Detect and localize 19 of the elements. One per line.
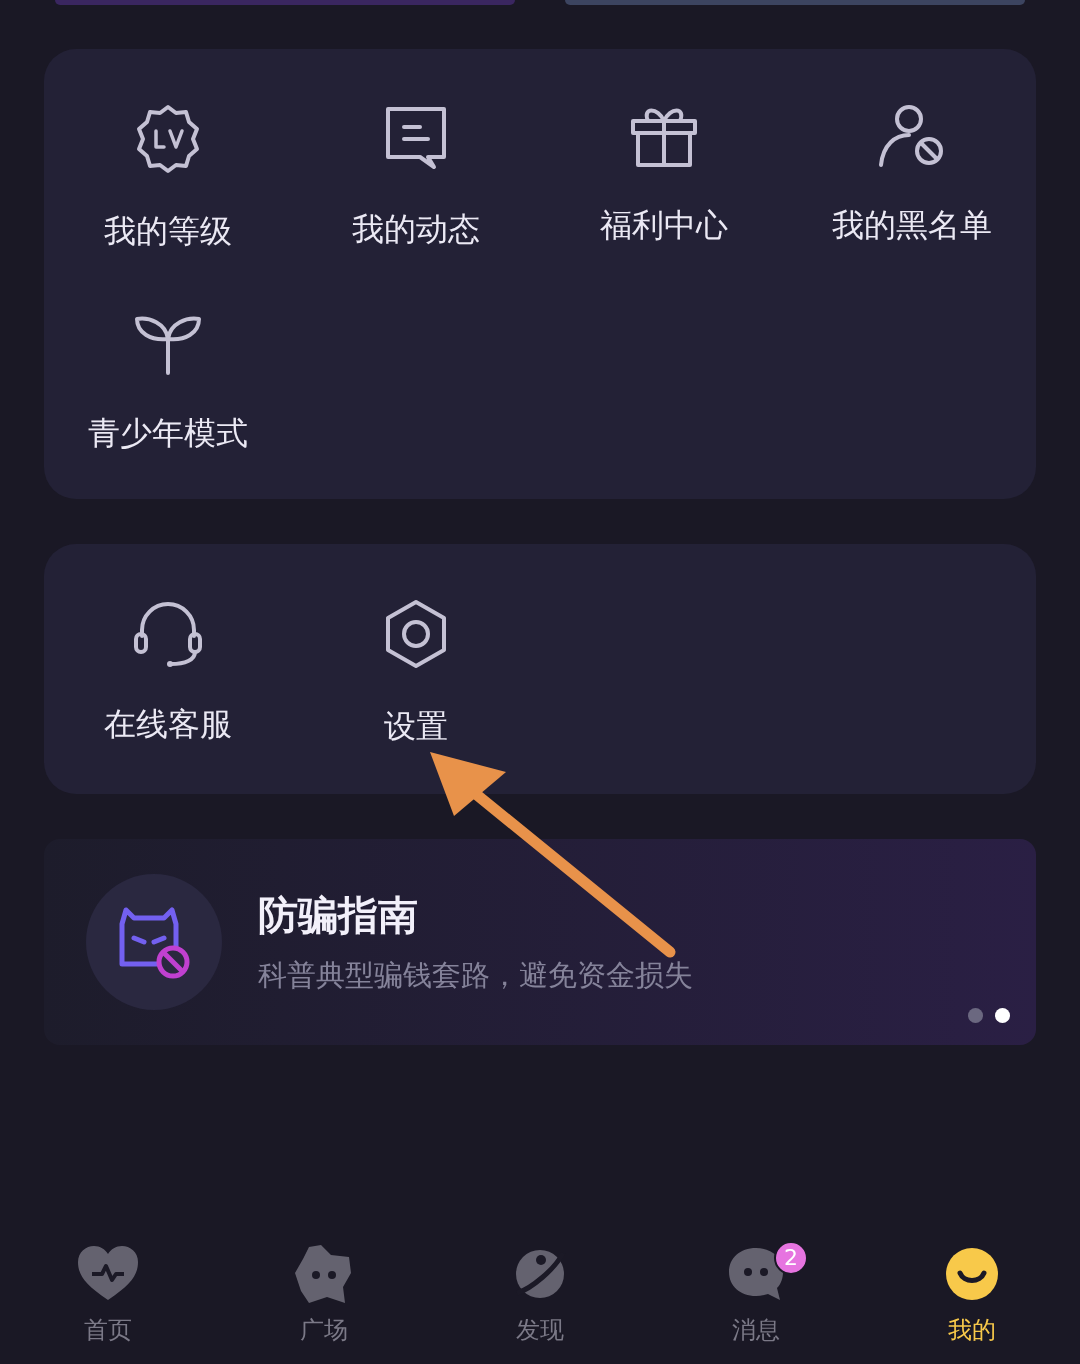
banner-title: 防骗指南 [258,891,419,939]
menu-item[interactable]: 我的黑名单 [788,103,1036,251]
banner-subtitle: 科普典型骗钱套路，避免资金损失 [258,957,693,993]
nav-tab[interactable]: 广场 [254,1243,394,1364]
unread-badge: 2 [774,1241,808,1275]
chat-bubble-icon [727,1246,785,1302]
smiley-icon [943,1245,1001,1303]
menu-item[interactable]: 我的等级 [44,103,292,251]
menu-item[interactable]: 在线客服 [44,598,292,746]
menu-item[interactable]: 设置 [292,598,540,746]
menu-item[interactable]: 青少年模式 [44,311,292,453]
nav-tab[interactable]: 消息 2 [686,1243,826,1364]
heart-pulse-icon [78,1246,138,1302]
nav-tab[interactable]: 我的 [902,1243,1042,1364]
anti-fraud-banner[interactable]: 防骗指南 科普典型骗钱套路，避免资金损失 [44,839,1036,1045]
nav-tab[interactable]: 发现 [470,1243,610,1364]
nav-tab[interactable]: 首页 [38,1243,178,1364]
menu-item[interactable]: 福利中心 [540,103,788,251]
menu-item[interactable]: 我的动态 [292,103,540,251]
